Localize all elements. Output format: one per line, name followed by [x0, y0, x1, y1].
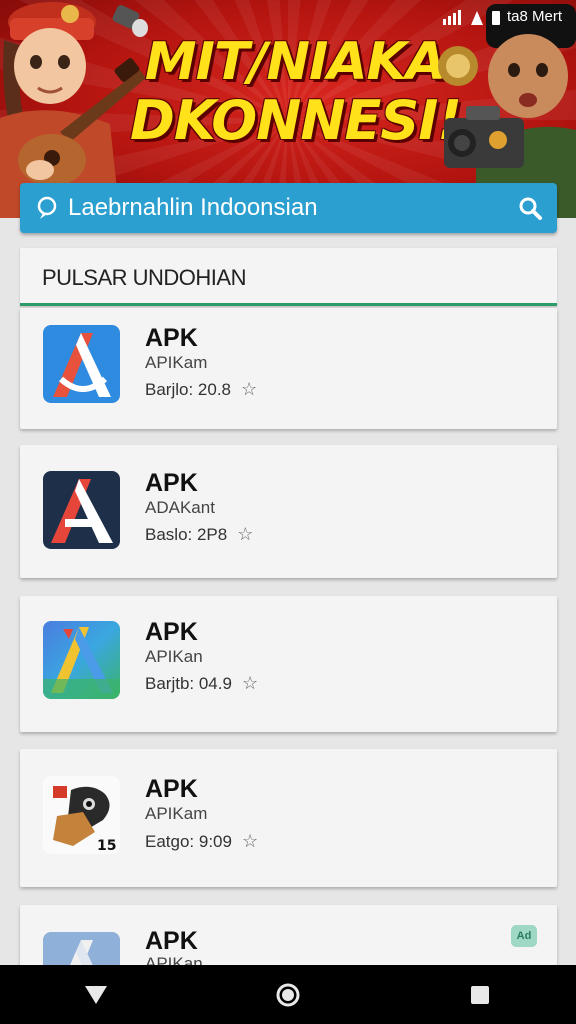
search-icon[interactable] [517, 195, 543, 221]
recents-icon [471, 985, 489, 1004]
app-card[interactable]: 15 APK APIKam Eatgo: 9:09 ☆ [20, 749, 557, 887]
search-bar[interactable]: Laebrnahlin Indoonsian [20, 183, 557, 233]
home-icon [276, 983, 300, 1006]
app-title: APK [145, 469, 198, 497]
back-button[interactable] [66, 975, 126, 1015]
star-icon: ☆ [241, 379, 258, 399]
back-icon [85, 985, 107, 1004]
app-title: APK [145, 618, 198, 646]
battery-icon [491, 10, 500, 25]
system-nav-bar [0, 965, 576, 1024]
app-card[interactable]: APK APIKam Barjlo: 20.8 ☆ [20, 308, 557, 429]
svg-text:15: 15 [97, 838, 116, 854]
app-meta: Barjlo: 20.8 ☆ [145, 379, 257, 400]
app-title: APK [145, 775, 198, 803]
app-meta: Eatgo: 9:09 ☆ [145, 831, 258, 852]
star-icon: ☆ [241, 831, 259, 851]
banner-title: MIT/NIAKA DKONNESI! [130, 32, 462, 152]
status-bar: ta8 Mert [441, 8, 562, 25]
app-subtitle: APIKam [145, 804, 208, 823]
wifi-icon [470, 10, 483, 25]
app-meta-text: Baslo: 2P8 [145, 524, 228, 544]
app-title: APK [145, 927, 198, 955]
app-meta-text: Barjtb: 04.9 [145, 673, 232, 693]
star-icon: ☆ [237, 524, 254, 544]
apk-blue-a-icon [43, 325, 120, 403]
app-subtitle: APIKam [145, 353, 208, 372]
app-meta-text: Eatgo: 9:09 [145, 831, 232, 851]
app-meta: Barjtb: 04.9 ☆ [145, 673, 258, 694]
banner-title-line1: MIT/NIAKA [144, 32, 446, 92]
app-meta: Baslo: 2P8 ☆ [145, 524, 253, 545]
home-button[interactable] [258, 975, 318, 1015]
app-title: APK [145, 324, 198, 352]
banner-title-line2: DKONNESI! [130, 89, 462, 152]
app-card[interactable]: APK ADAKant Baslo: 2P8 ☆ [20, 445, 557, 578]
app-meta-text: Barjlo: 20.8 [145, 379, 231, 399]
apk-navy-a-icon [43, 471, 120, 549]
star-icon: ☆ [241, 673, 259, 693]
app-subtitle: ADAKant [145, 498, 215, 517]
apk-animal-icon: 15 [43, 776, 120, 854]
app-subtitle: APIKan [145, 647, 203, 666]
app-card[interactable]: APK APIKan Barjtb: 04.9 ☆ [20, 596, 557, 732]
recents-button[interactable] [450, 975, 510, 1015]
section-header: PULSAR UNDOHIAN [20, 248, 557, 306]
location-pin-icon [37, 196, 57, 219]
ad-badge: Ad [511, 925, 537, 947]
signal-icon [442, 9, 461, 25]
search-query[interactable]: Laebrnahlin Indoonsian [68, 194, 517, 222]
apk-gradient-a-icon [43, 621, 120, 699]
status-text: ta8 Mert [506, 8, 562, 25]
section-title: PULSAR UNDOHIAN [42, 265, 246, 290]
